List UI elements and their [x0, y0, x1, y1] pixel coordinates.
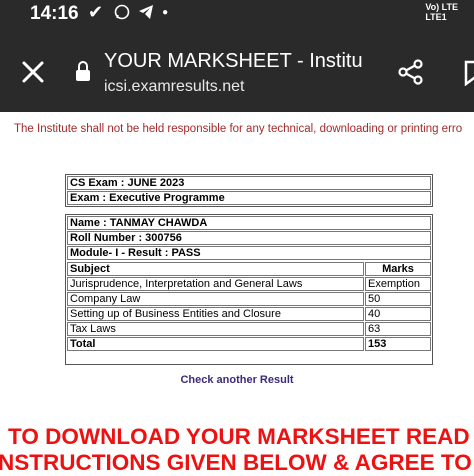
notification-icons: ✔ ● [88, 2, 171, 23]
exam-programme: Exam : Executive Programme [67, 191, 431, 205]
exam-session: CS Exam : JUNE 2023 [67, 176, 431, 190]
check-notification-icon: ✔ [88, 2, 107, 22]
bookmark-icon[interactable] [464, 60, 474, 86]
marks-header-row: Subject Marks [67, 262, 431, 276]
exam-info-box: CS Exam : JUNE 2023 Exam : Executive Pro… [65, 174, 433, 207]
page-title: YOUR MARKSHEET - Institu... [104, 50, 364, 72]
subject-cell: Tax Laws [67, 322, 364, 336]
download-instructions-line-1: TO DOWNLOAD YOUR MARKSHEET READ THE [8, 424, 474, 449]
marks-cell: Exemption [365, 277, 431, 291]
marks-cell: 40 [365, 307, 431, 321]
clock: 14:16 [30, 3, 79, 24]
table-row: Setting up of Business Entities and Clos… [67, 307, 431, 321]
total-label: Total [67, 337, 364, 351]
status-bar: 14:16 ✔ ● Vo) LTE LTE1 [0, 0, 474, 38]
table-spacer [66, 352, 432, 364]
subject-cell: Company Law [67, 292, 364, 306]
roll-number: Roll Number : 300756 [67, 231, 431, 245]
network-line-2: LTE1 [425, 12, 447, 22]
browser-toolbar: YOUR MARKSHEET - Institu... icsi.examres… [0, 38, 474, 112]
lock-icon [76, 61, 90, 81]
network-indicator: Vo) LTE LTE1 [425, 2, 458, 22]
url-text[interactable]: icsi.examresults.net [104, 78, 245, 96]
download-instructions-line-2: NSTRUCTIONS GIVEN BELOW & AGREE TO THE [0, 450, 472, 475]
check-another-result-link[interactable]: Check another Result [0, 374, 474, 386]
marksheet-box: Name : TANMAY CHAWDA Roll Number : 30075… [65, 214, 433, 365]
subject-cell: Setting up of Business Entities and Clos… [67, 307, 364, 321]
dot-icon: ● [162, 7, 172, 18]
marks-header: Marks [365, 262, 431, 276]
subject-cell: Jurisprudence, Interpretation and Genera… [67, 277, 364, 291]
table-row: Jurisprudence, Interpretation and Genera… [67, 277, 431, 291]
candidate-name: Name : TANMAY CHAWDA [67, 216, 431, 230]
telegram-icon [139, 5, 154, 19]
whatsapp-icon [114, 4, 130, 20]
marks-cell: 50 [365, 292, 431, 306]
marks-cell: 63 [365, 322, 431, 336]
marks-table: Subject Marks Jurisprudence, Interpretat… [66, 261, 432, 352]
subject-header: Subject [67, 262, 364, 276]
module-result: Module- I - Result : PASS [67, 246, 431, 260]
total-row: Total 153 [67, 337, 431, 351]
share-icon[interactable] [397, 58, 425, 86]
close-icon[interactable] [19, 58, 47, 86]
total-value: 153 [365, 337, 431, 351]
network-line-1: Vo) LTE [425, 2, 458, 12]
table-row: Company Law 50 [67, 292, 431, 306]
disclaimer-text: The Institute shall not be held responsi… [14, 123, 463, 135]
table-row: Tax Laws 63 [67, 322, 431, 336]
